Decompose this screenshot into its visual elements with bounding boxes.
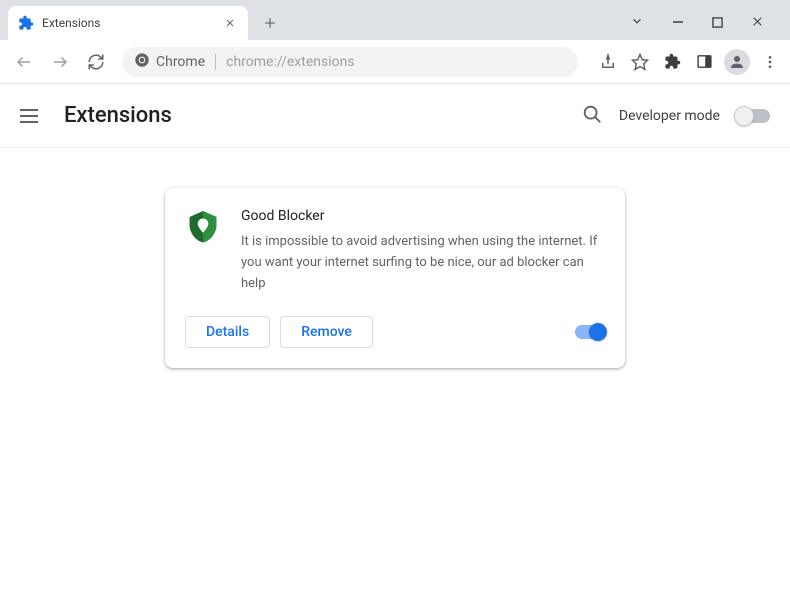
extension-puzzle-icon: [18, 15, 34, 31]
bookmark-icon[interactable]: [628, 50, 652, 74]
close-icon[interactable]: [751, 13, 764, 32]
minimize-icon[interactable]: [672, 13, 684, 32]
new-tab-button[interactable]: [256, 9, 284, 37]
omnibox-url: chrome://extensions: [226, 54, 354, 70]
developer-mode-label: Developer mode: [619, 108, 720, 124]
reload-button[interactable]: [80, 46, 112, 78]
forward-button[interactable]: [44, 46, 76, 78]
extension-name: Good Blocker: [241, 208, 605, 224]
search-icon[interactable]: [581, 103, 603, 129]
browser-tab[interactable]: Extensions: [8, 6, 248, 40]
tab-title: Extensions: [42, 16, 222, 30]
sidepanel-icon[interactable]: [692, 50, 716, 74]
profile-avatar[interactable]: [724, 49, 750, 75]
toolbar: Chrome chrome://extensions: [0, 40, 790, 84]
remove-button[interactable]: Remove: [280, 316, 373, 348]
shield-icon: [185, 208, 221, 244]
chevron-down-icon[interactable]: [630, 13, 644, 32]
menu-icon[interactable]: [758, 50, 782, 74]
address-bar[interactable]: Chrome chrome://extensions: [122, 47, 578, 77]
extensions-header: Extensions Developer mode: [0, 84, 790, 148]
details-button[interactable]: Details: [185, 316, 270, 348]
hamburger-menu-icon[interactable]: [20, 104, 44, 128]
developer-mode-toggle[interactable]: [736, 109, 770, 123]
chrome-logo-icon: [134, 52, 150, 72]
extension-description: It is impossible to avoid advertising wh…: [241, 232, 605, 294]
content-area: Good Blocker It is impossible to avoid a…: [0, 148, 790, 408]
extension-toggle[interactable]: [575, 325, 605, 339]
omnibox-label: Chrome: [156, 54, 216, 70]
share-icon[interactable]: [596, 50, 620, 74]
maximize-icon[interactable]: [712, 13, 723, 32]
extensions-icon[interactable]: [660, 50, 684, 74]
extension-card: Good Blocker It is impossible to avoid a…: [165, 188, 625, 368]
page-title: Extensions: [64, 103, 172, 128]
back-button[interactable]: [8, 46, 40, 78]
close-tab-icon[interactable]: [222, 15, 238, 31]
window-controls: [630, 13, 782, 32]
titlebar: Extensions: [0, 0, 790, 40]
